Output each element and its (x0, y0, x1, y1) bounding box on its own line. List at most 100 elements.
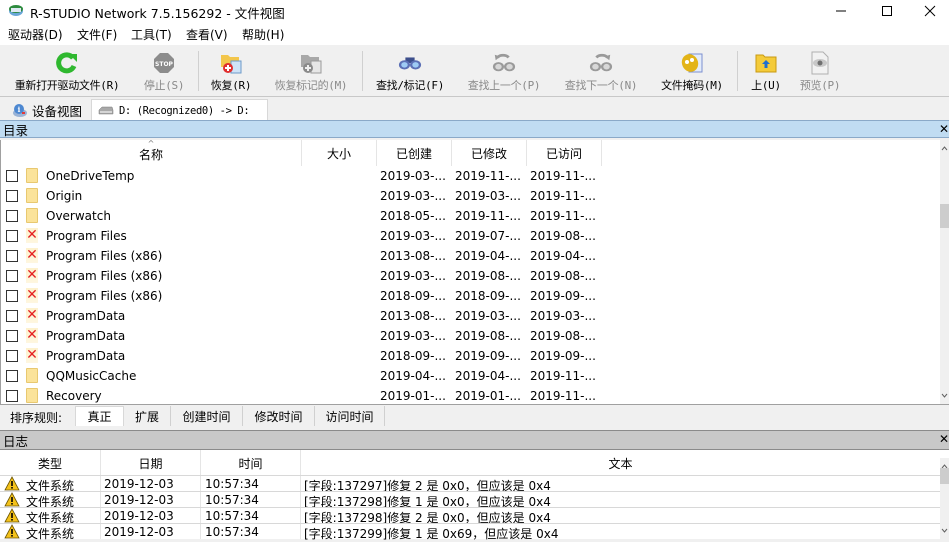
recover-button[interactable]: 恢复(R) (206, 51, 256, 95)
log-column-date[interactable]: 日期 (101, 450, 201, 476)
directory-row[interactable]: ✕ Program Files 2019-03-... 2019-07-... 2019… (1, 226, 941, 246)
log-time: 10:57:34 (205, 477, 259, 491)
directory-row[interactable]: OneDriveTemp 2019-03-... 2019-11-... 2019-1… (1, 166, 941, 186)
row-checkbox[interactable] (6, 370, 18, 382)
menu-tools[interactable]: 工具(T) (131, 26, 172, 43)
row-checkbox[interactable] (6, 250, 18, 262)
row-checkbox[interactable] (6, 290, 18, 302)
stop-button[interactable]: STOP 停止(S) (140, 51, 188, 95)
preview-button[interactable]: 预览(P) (796, 51, 844, 95)
sort-tab-created[interactable]: 创建时间 (171, 406, 243, 426)
row-checkbox[interactable] (6, 190, 18, 202)
log-panel: 类型 日期 时间 文本 文件系统 2019-12-03 10:57:34 [字段:13… (0, 450, 949, 541)
row-checkbox[interactable] (6, 210, 18, 222)
directory-row[interactable]: ✕ Program Files (x86) 2018-09-... 2018-09-.… (1, 286, 941, 306)
log-panel-header: 日志 ✕ (0, 430, 949, 450)
maximize-button[interactable] (864, 0, 910, 22)
log-panel-close-button[interactable]: ✕ (939, 432, 949, 446)
view-tabs: i 设备视图 D: (Recognized0) -> D: (0, 96, 949, 121)
file-mask-button[interactable]: 文件掩码(M) (657, 51, 727, 95)
recover-marked-button[interactable]: 恢复标记的(M) (270, 51, 352, 95)
row-checkbox[interactable] (6, 330, 18, 342)
row-checkbox[interactable] (6, 270, 18, 282)
drive-icon (98, 106, 114, 114)
sort-tab-accessed[interactable]: 访问时间 (315, 406, 385, 426)
folder-icon (26, 168, 38, 183)
accessed-date: 2019-04-... (530, 249, 596, 263)
find-mark-button[interactable]: 查找/标记(F) (372, 51, 448, 95)
tab-drive-d[interactable]: D: (Recognized0) -> D: (91, 99, 268, 121)
row-checkbox[interactable] (6, 390, 18, 402)
directory-row[interactable]: Overwatch 2018-05-... 2019-11-... 2019-11-.… (1, 206, 941, 226)
column-header-accessed[interactable]: 已访问 (527, 140, 602, 166)
log-scrollbar[interactable] (940, 458, 949, 539)
file-name: OneDriveTemp (46, 169, 135, 183)
scroll-up-icon[interactable] (940, 144, 949, 152)
modified-date: 2019-08-... (455, 269, 521, 283)
find-previous-button[interactable]: 查找上一个(P) (463, 51, 545, 95)
file-name: Program Files (46, 229, 127, 243)
accessed-date: 2019-09-... (530, 349, 596, 363)
close-button[interactable] (910, 0, 949, 22)
file-name: ProgramData (46, 349, 126, 363)
scrollbar-thumb[interactable] (940, 468, 949, 484)
folder-icon (26, 188, 38, 203)
sort-ascending-icon: ^ (147, 139, 155, 148)
file-name: ProgramData (46, 309, 126, 323)
reopen-drive-files-button[interactable]: 重新打开驱动文件(R) (8, 51, 126, 95)
file-name: Origin (46, 189, 83, 203)
row-checkbox[interactable] (6, 350, 18, 362)
log-row[interactable]: 文件系统 2019-12-03 10:57:34 [字段:137298]修复 1 是 … (0, 491, 940, 509)
column-header-modified[interactable]: 已修改 (452, 140, 527, 166)
menu-drive[interactable]: 驱动器(D) (8, 26, 63, 43)
row-checkbox[interactable] (6, 230, 18, 242)
directory-scrollbar[interactable] (940, 140, 949, 404)
scroll-down-icon[interactable] (940, 392, 949, 400)
tab-device-view[interactable]: i 设备视图 (6, 99, 88, 121)
directory-row[interactable]: ✕ ProgramData 2018-09-... 2019-09-... 2019-0… (1, 346, 941, 366)
column-header-name[interactable]: ^ 名称 (1, 139, 302, 166)
column-header-size[interactable]: 大小 (302, 140, 377, 166)
directory-row[interactable]: ✕ Program Files (x86) 2013-08-... 2019-04-.… (1, 246, 941, 266)
log-column-text[interactable]: 文本 (301, 450, 940, 476)
log-column-time[interactable]: 时间 (201, 450, 301, 476)
row-checkbox[interactable] (6, 170, 18, 182)
log-row[interactable]: 文件系统 2019-12-03 10:57:34 [字段:137298]修复 2 是 … (0, 507, 940, 525)
directory-row[interactable]: Origin 2019-03-... 2019-03-... 2019-11-... (1, 186, 941, 206)
sort-tab-extension[interactable]: 扩展 (124, 406, 171, 426)
file-name: Program Files (x86) (46, 249, 163, 263)
directory-row[interactable]: ✕ ProgramData 2019-03-... 2019-08-... 2019-0… (1, 326, 941, 346)
menu-bar: 驱动器(D) 文件(F) 工具(T) 查看(V) 帮助(H) (0, 22, 949, 44)
deleted-folder-icon: ✕ (26, 347, 38, 363)
menu-view[interactable]: 查看(V) (186, 26, 228, 43)
menu-help[interactable]: 帮助(H) (242, 26, 284, 43)
log-column-type[interactable]: 类型 (0, 450, 101, 476)
directory-row[interactable]: Recovery 2019-01-... 2019-01-... 2019-11-..… (1, 386, 941, 406)
modified-date: 2019-11-... (455, 209, 521, 223)
recover-icon (221, 55, 242, 74)
directory-panel-close-button[interactable]: ✕ (939, 122, 949, 136)
scrollbar-thumb[interactable] (940, 204, 949, 228)
close-icon (924, 5, 935, 17)
menu-file[interactable]: 文件(F) (77, 26, 117, 43)
modified-date: 2019-03-... (455, 309, 521, 323)
directory-row[interactable]: ✕ ProgramData 2013-08-... 2019-03-... 2019-0… (1, 306, 941, 326)
up-button[interactable]: 上(U) (748, 51, 784, 95)
log-row[interactable]: 文件系统 2019-12-03 10:57:34 [字段:137299]修复 1 是 … (0, 523, 940, 541)
svg-text:i: i (18, 105, 21, 114)
directory-row[interactable]: QQMusicCache 2019-04-... 2019-04-... 2019-1… (1, 366, 941, 386)
minimize-button[interactable] (818, 0, 864, 22)
sort-tab-modified[interactable]: 修改时间 (243, 406, 315, 426)
warning-icon (4, 524, 20, 539)
log-time: 10:57:34 (205, 509, 259, 523)
row-checkbox[interactable] (6, 310, 18, 322)
sort-tab-real[interactable]: 真正 (75, 406, 124, 426)
log-row[interactable]: 文件系统 2019-12-03 10:57:34 [字段:137297]修复 2 是 … (0, 475, 940, 493)
find-next-button[interactable]: 查找下一个(N) (560, 51, 642, 95)
scroll-down-icon[interactable] (940, 527, 949, 535)
accessed-date: 2019-08-... (530, 269, 596, 283)
directory-row[interactable]: ✕ Program Files (x86) 2019-03-... 2019-08-.… (1, 266, 941, 286)
maximize-icon (882, 6, 892, 16)
column-header-created[interactable]: 已创建 (377, 140, 452, 166)
created-date: 2018-05-... (380, 209, 446, 223)
